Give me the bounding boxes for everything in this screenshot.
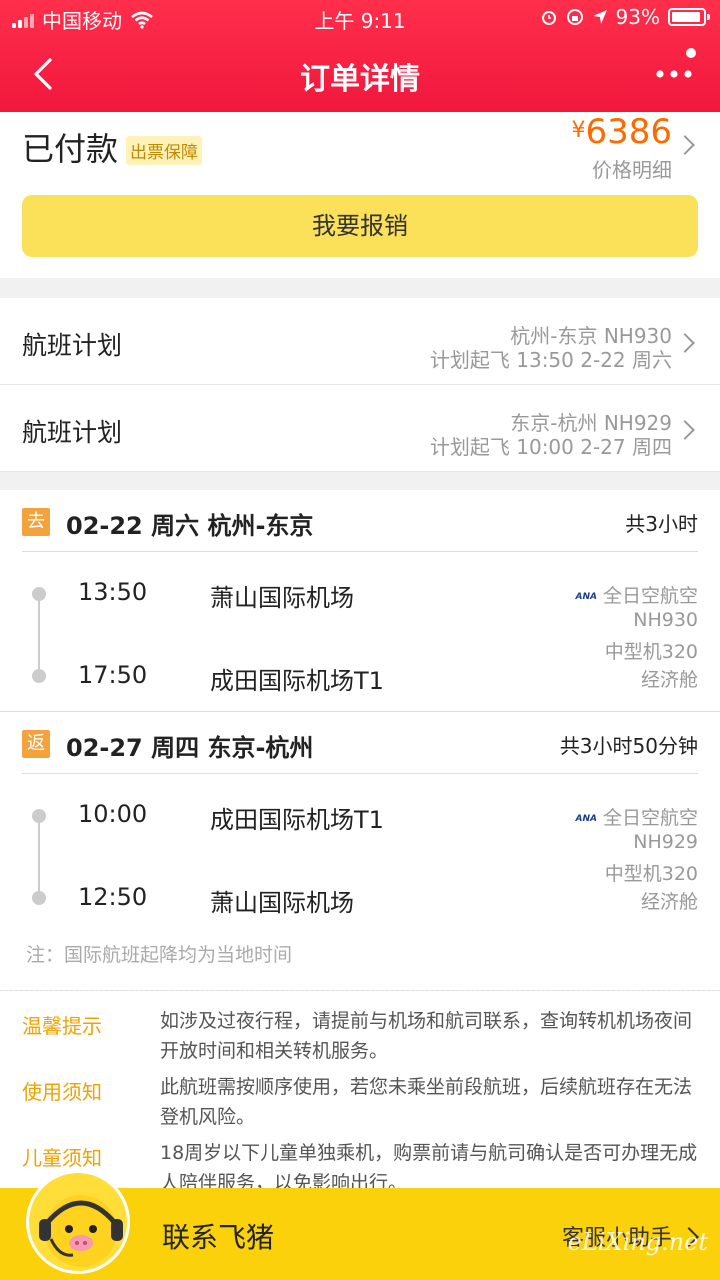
local-time-note: 注：国际航班起降均为当地时间 [26, 944, 293, 966]
cabin-class: 经济舱 [640, 891, 698, 913]
return-tag: 返 [22, 730, 50, 758]
flight-plan-label: 航班计划 [22, 418, 123, 447]
timeline-dot [32, 809, 46, 823]
price-detail-link[interactable]: 价格明细 [592, 154, 672, 183]
flight-number: NH929 [633, 831, 698, 853]
mascot-avatar [26, 1170, 130, 1274]
price-amount: 6386 [585, 112, 672, 152]
page-title: 订单详情 [300, 62, 420, 97]
departure-airport: 成田国际机场T1 [210, 806, 384, 834]
flight-plan-schedule: 计划起飞 13:50 2-22 周六 [429, 348, 672, 372]
tip-key: 儿童须知 [22, 1146, 102, 1170]
timeline-dot [32, 587, 46, 601]
segment-header: 去 02-22 周六 杭州-东京 共3小时 [22, 490, 698, 552]
airline-logo: ANA [575, 814, 597, 824]
segment-title: 02-22 周六 杭州-东京 [66, 512, 314, 540]
notification-dot [686, 48, 696, 58]
arrival-airport: 成田国际机场T1 [210, 667, 384, 695]
order-status: 已付款 [22, 130, 119, 168]
tip-key: 温馨提示 [22, 1014, 102, 1038]
reimburse-button[interactable]: 我要报销 [22, 195, 698, 257]
tips-divider [0, 990, 720, 991]
airline: ANA 全日空航空 [576, 581, 698, 608]
departure-time: 13:50 [78, 578, 148, 606]
segment-duration: 共3小时50分钟 [559, 734, 698, 758]
battery-icon [668, 8, 710, 26]
aircraft-type: 中型机320 [604, 863, 698, 885]
watermark: eLiXing.net [567, 1228, 708, 1256]
order-price[interactable]: ¥6386 [571, 112, 672, 152]
location-icon [592, 10, 607, 24]
contact-label[interactable]: 联系飞猪 [162, 1216, 274, 1256]
arrival-time: 17:50 [78, 661, 148, 689]
arrival-airport: 萧山国际机场 [210, 889, 354, 917]
timeline-dot [32, 669, 46, 683]
more-icon[interactable] [650, 48, 698, 92]
departure-time: 10:00 [78, 800, 148, 828]
chevron-right-icon [675, 420, 695, 440]
timeline-track [38, 816, 40, 898]
app-header: 中国移动 上午 9:11 93% 订单详情 [0, 0, 720, 112]
tip-text: 此航班需按顺序使用，若您未乘坐前段航班，后续航班存在无法登机风险。 [160, 1076, 693, 1128]
chevron-right-icon[interactable] [675, 135, 695, 155]
segment-title: 02-27 周四 东京-杭州 [66, 734, 314, 762]
timeline-track [38, 594, 40, 676]
alarm-icon [541, 11, 556, 25]
flight-plan-label: 航班计划 [22, 331, 123, 360]
tip-key: 使用须知 [22, 1080, 102, 1104]
flight-plan-list: 航班计划 杭州-东京 NH930 计划起飞 13:50 2-22 周六 航班计划… [0, 298, 720, 472]
segment-duration: 共3小时 [625, 512, 698, 536]
airline-name: 全日空航空 [602, 585, 698, 607]
flight-plan-row[interactable]: 航班计划 杭州-东京 NH930 计划起飞 13:50 2-22 周六 [0, 298, 720, 385]
aircraft-type: 中型机320 [604, 641, 698, 663]
flight-plan-schedule: 计划起飞 10:00 2-27 周四 [429, 435, 672, 459]
airline: ANA 全日空航空 [576, 803, 698, 830]
airline-name: 全日空航空 [602, 807, 698, 829]
order-status-card: 已付款 出票保障 ¥6386 价格明细 我要报销 [0, 112, 720, 278]
outbound-tag: 去 [22, 508, 50, 536]
flight-plan-row[interactable]: 航班计划 东京-杭州 NH929 计划起飞 10:00 2-27 周四 [0, 385, 720, 472]
tip-text: 如涉及过夜行程，请提前与机场和航司联系，查询转机机场夜间开放时间和相关转机服务。 [160, 1010, 693, 1062]
timeline-dot [32, 891, 46, 905]
flight-number: NH930 [633, 609, 698, 631]
rotation-lock-icon [566, 9, 583, 25]
currency-symbol: ¥ [571, 118, 586, 143]
departure-airport: 萧山国际机场 [210, 584, 354, 612]
battery-percent: 93% [615, 5, 660, 29]
itinerary-card: 去 02-22 周六 杭州-东京 共3小时 13:50 萧山国际机场 17:50… [0, 490, 720, 1194]
chevron-right-icon [675, 333, 695, 353]
segment-header: 返 02-27 周四 东京-杭州 共3小时50分钟 [22, 712, 698, 774]
airline-logo: ANA [575, 592, 597, 602]
ticket-guarantee-badge: 出票保障 [126, 136, 202, 165]
cabin-class: 经济舱 [640, 669, 698, 691]
status-bar: 中国移动 上午 9:11 93% [0, 0, 720, 34]
arrival-time: 12:50 [78, 883, 148, 911]
